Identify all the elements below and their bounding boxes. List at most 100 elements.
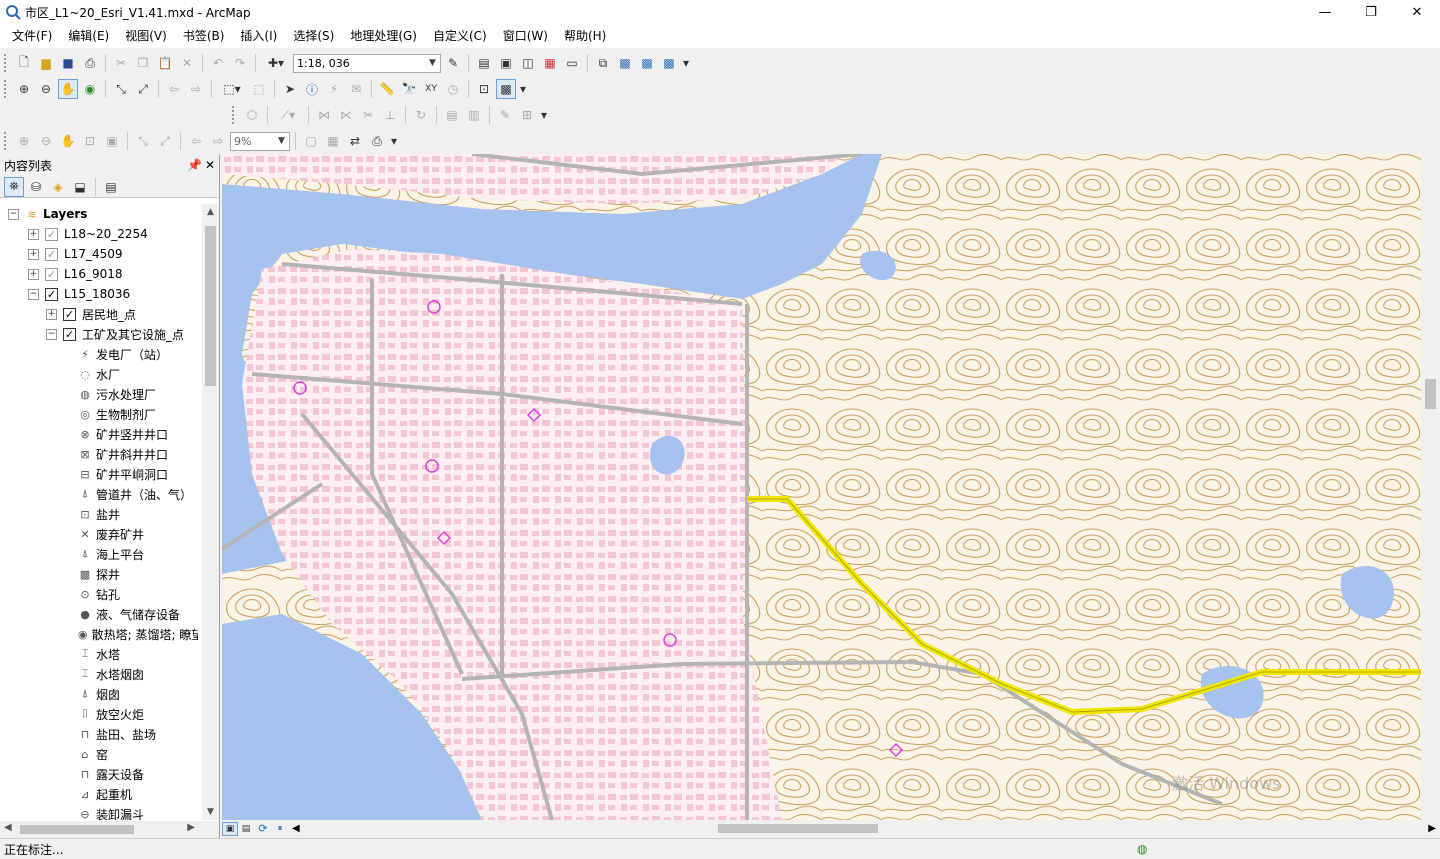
map-display[interactable]: 激活 Windows bbox=[222, 154, 1421, 820]
edit-vertices-icon[interactable]: ⋈ bbox=[314, 105, 334, 125]
zoom-out-icon[interactable]: ⊖ bbox=[36, 79, 56, 99]
toc-horizontal-scrollbar[interactable]: ◀ ▶ bbox=[0, 821, 219, 838]
scroll-thumb[interactable] bbox=[1425, 379, 1436, 409]
table-window-icon[interactable]: ▤ bbox=[474, 53, 494, 73]
scroll-left-icon[interactable]: ◀ bbox=[292, 823, 300, 834]
go-to-xy-icon[interactable]: XY bbox=[421, 79, 441, 99]
hyperlink-icon[interactable]: ✉ bbox=[346, 79, 366, 99]
scroll-thumb[interactable] bbox=[205, 226, 216, 386]
find-icon[interactable]: 🔭 bbox=[399, 79, 419, 99]
cut-icon[interactable]: ✂ bbox=[111, 53, 131, 73]
list-by-selection-icon[interactable]: ⬓ bbox=[70, 177, 90, 197]
save-icon[interactable]: ■ bbox=[58, 53, 78, 73]
layout-zoom-combo[interactable]: 9% ▼ bbox=[230, 131, 290, 151]
layer-checkbox[interactable]: ✓ bbox=[63, 307, 76, 321]
expand-icon[interactable]: + bbox=[28, 248, 39, 260]
create-features-icon[interactable]: ✎ bbox=[495, 105, 515, 125]
menu-help[interactable]: 帮助(H) bbox=[556, 25, 614, 47]
legend-symbol-item[interactable]: ▩ 探井 bbox=[0, 564, 198, 584]
menu-windows[interactable]: 窗口(W) bbox=[495, 25, 556, 47]
new-document-icon[interactable]: 🗋 bbox=[14, 53, 34, 73]
expand-icon[interactable]: + bbox=[28, 268, 39, 280]
zoom-whole-page-icon[interactable]: ⊡ bbox=[80, 131, 100, 151]
legend-symbol-item[interactable]: ◎ 生物制剂厂 bbox=[0, 404, 198, 424]
layer-checkbox[interactable]: ✓ bbox=[63, 327, 76, 341]
legend-symbol-item[interactable]: ⊿ 起重机 bbox=[0, 784, 198, 804]
legend-symbol-item[interactable]: ⊗ 矿井竖井井口 bbox=[0, 424, 198, 444]
fixed-zoom-out-icon[interactable]: ⤢ bbox=[133, 79, 153, 99]
layout-zoom-out-icon[interactable]: ⊖ bbox=[36, 131, 56, 151]
legend-symbol-item[interactable]: ⌶ 水塔烟囱 bbox=[0, 664, 198, 684]
collapse-icon[interactable]: − bbox=[28, 288, 39, 300]
layer-checkbox[interactable]: ✓ bbox=[45, 267, 58, 281]
pause-drawing-icon[interactable]: ⏸ bbox=[272, 819, 288, 839]
time-slider-icon[interactable]: ◷ bbox=[443, 79, 463, 99]
layout-pan-icon[interactable]: ✋ bbox=[58, 131, 78, 151]
tool-convert-icon[interactable]: ▩ bbox=[659, 53, 679, 73]
expand-icon[interactable]: + bbox=[28, 228, 39, 240]
menu-selection[interactable]: 选择(S) bbox=[285, 25, 342, 47]
menu-view[interactable]: 视图(V) bbox=[117, 25, 175, 47]
rotate-icon[interactable]: ↻ bbox=[411, 105, 431, 125]
layout-zoom-in-icon[interactable]: ⊕ bbox=[14, 131, 34, 151]
menu-geoprocessing[interactable]: 地理处理(G) bbox=[342, 25, 425, 47]
legend-symbol-item[interactable]: ⊡ 盐井 bbox=[0, 504, 198, 524]
layer-checkbox[interactable]: ✓ bbox=[45, 287, 58, 301]
legend-symbol-item[interactable]: ⊙ 钻孔 bbox=[0, 584, 198, 604]
layer-item[interactable]: + ✓ L18~20_2254 bbox=[0, 224, 198, 244]
catalog-icon[interactable]: ▣ bbox=[496, 53, 516, 73]
sketch-properties-icon[interactable]: ▥ bbox=[464, 105, 484, 125]
layer-item[interactable]: − ✓ L15_18036 bbox=[0, 284, 198, 304]
delete-icon[interactable]: ✕ bbox=[177, 53, 197, 73]
layout-fixed-zoom-in-icon[interactable]: ⤡ bbox=[133, 131, 153, 151]
layer-item[interactable]: + ✓ L16_9018 bbox=[0, 264, 198, 284]
list-by-drawing-order-icon[interactable]: ⛯ bbox=[4, 176, 24, 197]
toggle-draft-mode-icon[interactable]: ▢ bbox=[301, 131, 321, 151]
close-button[interactable]: ✕ bbox=[1394, 0, 1440, 24]
create-viewer-icon[interactable]: ⊡ bbox=[474, 79, 494, 99]
menu-file[interactable]: 文件(F) bbox=[4, 25, 60, 47]
collapse-icon[interactable]: − bbox=[8, 208, 19, 220]
data-view-icon[interactable]: ▣ bbox=[222, 821, 238, 836]
maximize-button[interactable]: ❐ bbox=[1348, 0, 1394, 24]
identify-icon[interactable]: ⓘ bbox=[302, 79, 322, 99]
edit-tool-icon[interactable]: ⬡ bbox=[242, 105, 262, 125]
toolbar-options-icon[interactable]: ▾ bbox=[539, 105, 549, 125]
toolbar-grip[interactable] bbox=[4, 80, 8, 98]
legend-symbol-item[interactable]: ◉ 散热塔; 蒸馏塔; 瞭望 bbox=[0, 624, 198, 644]
expand-icon[interactable]: + bbox=[46, 308, 57, 320]
scroll-right-icon[interactable]: ▶ bbox=[187, 822, 195, 833]
fixed-zoom-in-icon[interactable]: ⤡ bbox=[111, 79, 131, 99]
focus-data-frame-icon[interactable]: ▦ bbox=[323, 131, 343, 151]
sublayer-item[interactable]: − ✓ 工矿及其它设施_点 bbox=[0, 324, 198, 344]
print-icon[interactable]: ⎙ bbox=[80, 53, 100, 73]
straight-segment-icon[interactable]: ⟋▾ bbox=[273, 105, 303, 125]
legend-symbol-item[interactable]: ◌ 水厂 bbox=[0, 364, 198, 384]
arctoolbox-icon[interactable]: ▦ bbox=[540, 53, 560, 73]
scroll-thumb[interactable] bbox=[20, 825, 134, 834]
toc-options-icon[interactable]: ▤ bbox=[101, 177, 121, 197]
layout-forward-icon[interactable]: ⇨ bbox=[208, 131, 228, 151]
toc-vertical-scrollbar[interactable]: ▲ ▼ bbox=[202, 204, 219, 820]
map-vertical-scrollbar[interactable] bbox=[1421, 154, 1440, 820]
select-elements-icon[interactable]: ➤ bbox=[280, 79, 300, 99]
legend-symbol-item[interactable]: ⍋ 海上平台 bbox=[0, 544, 198, 564]
html-popup-icon[interactable]: ⚡ bbox=[324, 79, 344, 99]
scroll-left-icon[interactable]: ◀ bbox=[4, 822, 12, 833]
measure-icon[interactable]: 📏 bbox=[377, 79, 397, 99]
legend-symbol-item[interactable]: ⍋ 管道井（油、气） bbox=[0, 484, 198, 504]
reshape-icon[interactable]: ⋉ bbox=[336, 105, 356, 125]
legend-symbol-item[interactable]: ◍ 污水处理厂 bbox=[0, 384, 198, 404]
menu-bookmarks[interactable]: 书签(B) bbox=[175, 25, 233, 47]
layer-item[interactable]: + ✓ L17_4509 bbox=[0, 244, 198, 264]
copy-icon[interactable]: ❐ bbox=[133, 53, 153, 73]
forward-extent-icon[interactable]: ⇨ bbox=[186, 79, 206, 99]
toolbar-options-icon[interactable]: ▾ bbox=[389, 131, 399, 151]
layout-back-icon[interactable]: ⇦ bbox=[186, 131, 206, 151]
legend-symbol-item[interactable]: ● 液、气储存设备 bbox=[0, 604, 198, 624]
tool-add-xy-icon[interactable]: ▩ bbox=[615, 53, 635, 73]
select-features-icon[interactable]: ⬚▾ bbox=[217, 79, 247, 99]
legend-symbol-item[interactable]: ⊓ 露天设备 bbox=[0, 764, 198, 784]
menu-insert[interactable]: 插入(I) bbox=[232, 25, 285, 47]
paste-icon[interactable]: 📋 bbox=[155, 53, 175, 73]
